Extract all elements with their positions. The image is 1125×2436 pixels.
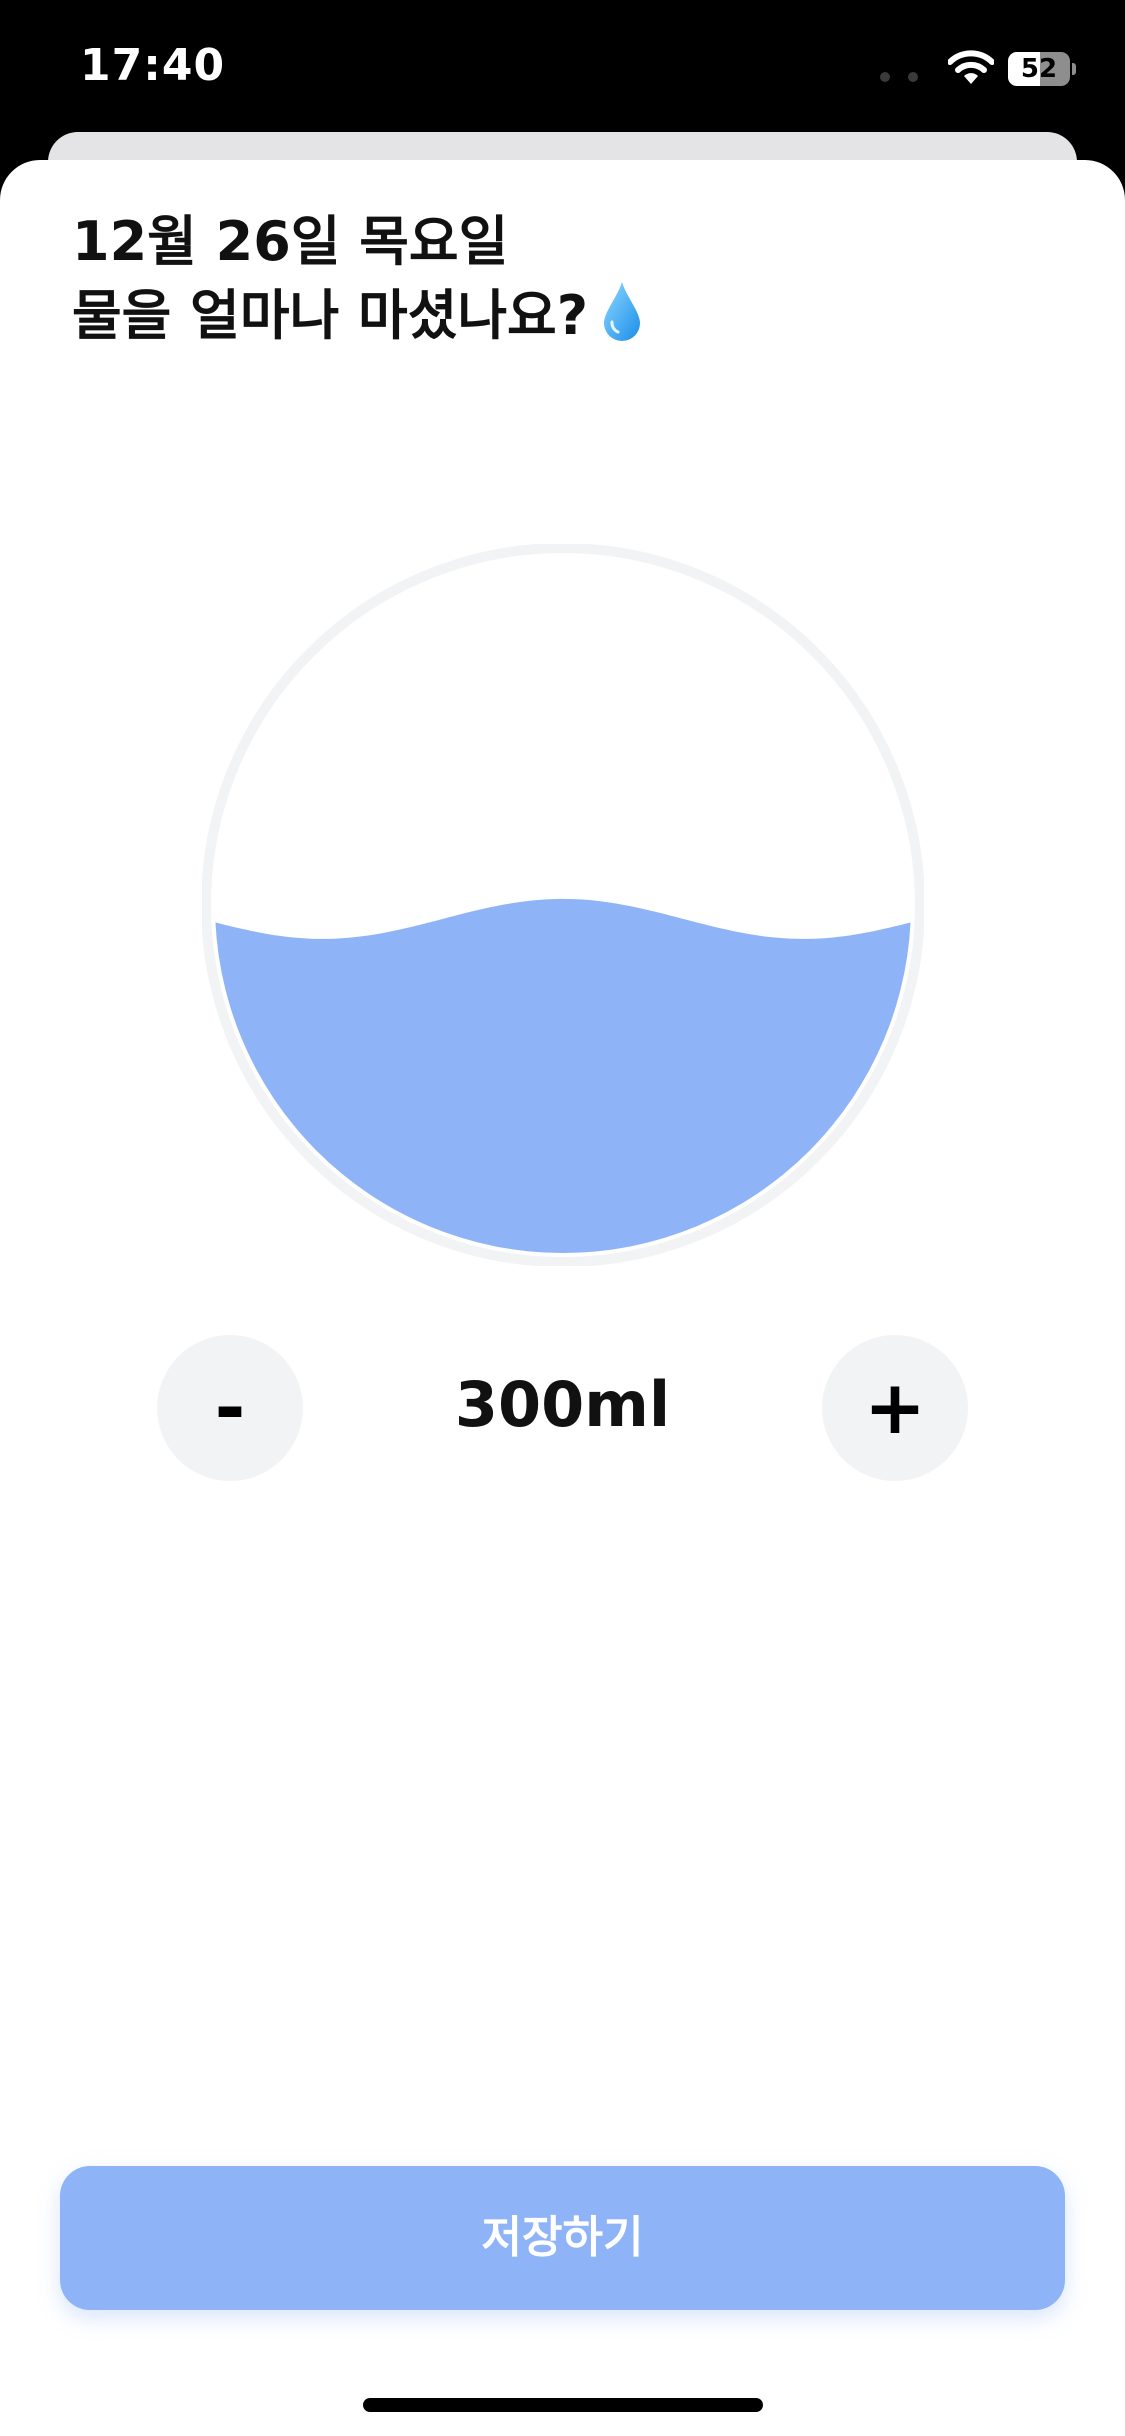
battery-level: 52: [1020, 54, 1058, 84]
water-intake-sheet: [0, 160, 1125, 2436]
home-indicator: [363, 2398, 763, 2412]
question-line: 물을 얼마나 마셨나요?: [72, 279, 1052, 353]
save-button[interactable]: 저장하기: [60, 2166, 1065, 2310]
signal-dots-icon: [880, 72, 920, 84]
plus-icon: +: [863, 1365, 926, 1451]
water-fill: [215, 898, 911, 1253]
increase-button[interactable]: +: [822, 1335, 968, 1481]
status-time: 17:40: [80, 40, 226, 91]
status-bar: 17:40 52: [0, 0, 1125, 140]
water-drop-icon: [604, 282, 641, 341]
page-title: 12월 26일 목요일 물을 얼마나 마셨나요?: [72, 205, 1052, 353]
date-label: 12월 26일 목요일: [72, 210, 509, 273]
water-gauge: [202, 544, 924, 1266]
amount-value: 300ml: [454, 1368, 671, 1441]
wifi-icon: [948, 50, 994, 84]
decrease-button[interactable]: -: [157, 1335, 303, 1481]
screen: 17:40 52 12월 26일 목요일 물을 얼마나 마셨나요? - 300m…: [0, 0, 1125, 2436]
minus-icon: -: [214, 1365, 246, 1451]
battery-icon: 52: [1008, 52, 1076, 86]
question-label: 물을 얼마나 마셨나요?: [72, 284, 589, 347]
